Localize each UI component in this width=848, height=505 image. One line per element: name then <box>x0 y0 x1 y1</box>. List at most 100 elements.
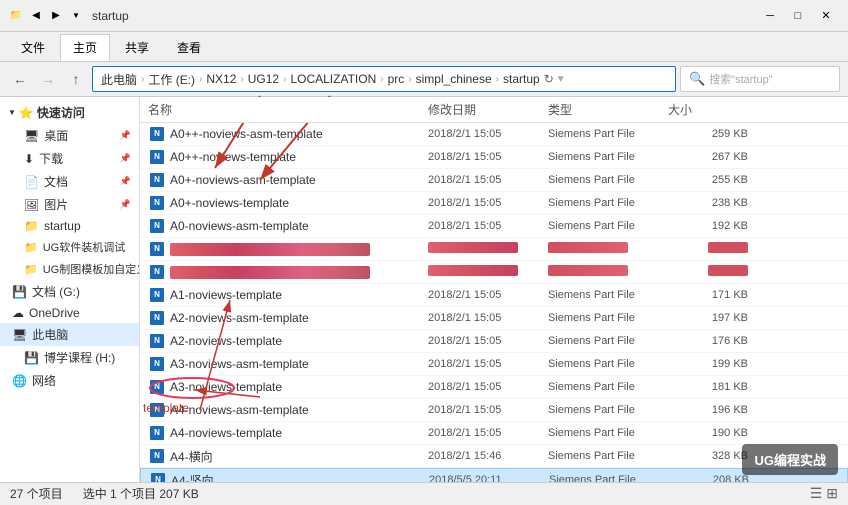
sidebar-item-onedrive[interactable]: ☁ OneDrive <box>0 303 139 323</box>
file-date: 2018/2/1 15:05 <box>428 289 548 301</box>
file-icon: N <box>148 378 166 396</box>
breadcrumb-nx12[interactable]: NX12 <box>206 72 236 86</box>
breadcrumb-thispc[interactable]: 此电脑 <box>101 71 137 88</box>
file-icon: N <box>148 332 166 350</box>
table-row[interactable]: N A0++-noviews-asm-template 2018/2/1 15:… <box>140 123 848 146</box>
table-row[interactable]: N A0++-noviews-template 2018/2/1 15:05 S… <box>140 146 848 169</box>
search-box[interactable]: 🔍 搜索"startup" <box>680 66 840 92</box>
address-bar[interactable]: 此电脑 › 工作 (E:) › NX12 › UG12 › LOCALIZATI… <box>92 66 676 92</box>
file-type: Siemens Part File <box>548 335 668 347</box>
folder-ug-icon: 📁 <box>24 241 38 254</box>
file-icon: N <box>148 401 166 419</box>
title-bar-icons: 📁 ◀ ▶ ▼ <box>8 8 84 24</box>
forward-icon: ▶ <box>48 8 64 24</box>
file-type: Siemens Part File <box>548 197 668 209</box>
network-icon: 🌐 <box>12 374 27 388</box>
close-button[interactable]: ✕ <box>812 2 840 30</box>
sidebar-item-pictures[interactable]: 🖼 图片 📌 <box>0 193 139 216</box>
dropdown-address-icon[interactable]: ▼ <box>556 74 566 85</box>
table-row[interactable]: N A1-noviews-template 2018/2/1 15:05 Sie… <box>140 284 848 307</box>
breadcrumb-drive[interactable]: 工作 (E:) <box>148 71 195 88</box>
file-list-area: 名称 修改日期 类型 大小 N A0++-noviews-asm-templat… <box>140 97 848 482</box>
sidebar-item-downloads[interactable]: ⬇ 下载 📌 <box>0 147 139 170</box>
view-details-icon[interactable]: ☰ <box>810 485 823 502</box>
file-size: 267 KB <box>668 151 748 163</box>
sidebar-item-ug-debug[interactable]: 📁 UG软件装机调试 <box>0 236 139 258</box>
file-date: 2018/2/1 15:05 <box>428 151 548 163</box>
refresh-button[interactable]: ↻ <box>544 72 554 86</box>
table-row[interactable]: N A4-noviews-asm-template 2018/2/1 15:05… <box>140 399 848 422</box>
file-size: 176 KB <box>668 335 748 347</box>
sidebar-label-documents: 文档 <box>44 173 68 190</box>
forward-button[interactable]: → <box>36 67 60 91</box>
table-row[interactable]: N A0-noviews-asm-template 2018/2/1 15:05… <box>140 215 848 238</box>
file-date: 2018/2/1 15:05 <box>428 335 548 347</box>
sidebar-item-startup[interactable]: 📁 startup <box>0 216 139 236</box>
tab-file[interactable]: 文件 <box>8 34 58 61</box>
file-type: Siemens Part File <box>548 174 668 186</box>
breadcrumb-loc[interactable]: LOCALIZATION <box>290 72 376 86</box>
breadcrumb-startup[interactable]: startup <box>503 72 540 86</box>
search-icon: 🔍 <box>689 71 705 87</box>
breadcrumb-prc[interactable]: prc <box>388 72 405 86</box>
table-row[interactable]: N A3-noviews-asm-template 2018/2/1 15:05… <box>140 353 848 376</box>
file-name: A3-noviews-asm-template <box>170 357 410 371</box>
file-size: 259 KB <box>668 128 748 140</box>
table-row[interactable]: N A0+-noviews-asm-template 2018/2/1 15:0… <box>140 169 848 192</box>
tab-view[interactable]: 查看 <box>164 34 214 61</box>
title-bar-title: startup <box>92 9 129 23</box>
table-row[interactable]: N A0+-noviews-template 2018/2/1 15:05 Si… <box>140 192 848 215</box>
file-date: 2018/2/1 15:05 <box>428 381 548 393</box>
sidebar-item-documents[interactable]: 📄 文档 📌 <box>0 170 139 193</box>
sidebar-item-desktop[interactable]: 🖥 桌面 📌 <box>0 124 139 147</box>
file-icon: N <box>148 148 166 166</box>
table-row[interactable]: N A4-noviews-template 2018/2/1 15:05 Sie… <box>140 422 848 445</box>
file-type: Siemens Part File <box>548 220 668 232</box>
file-type: Siemens Part File <box>548 151 668 163</box>
breadcrumb-simpl[interactable]: simpl_chinese <box>416 72 492 86</box>
file-name: A4-noviews-asm-template <box>170 403 410 417</box>
maximize-button[interactable]: □ <box>784 2 812 30</box>
sidebar-item-ug-custom[interactable]: 📁 UG制图模板加自定义! <box>0 258 139 280</box>
file-icon: N <box>148 263 166 281</box>
file-size: 181 KB <box>668 381 748 393</box>
minimize-button[interactable]: ─ <box>756 2 784 30</box>
tab-home[interactable]: 主页 <box>60 34 110 61</box>
ribbon: 文件 主页 共享 查看 <box>0 32 848 62</box>
table-row[interactable]: N A2-noviews-template 2018/2/1 15:05 Sie… <box>140 330 848 353</box>
sidebar-label-drive-h: 博学课程 (H:) <box>44 349 115 366</box>
tab-share[interactable]: 共享 <box>112 34 162 61</box>
up-button[interactable]: ↑ <box>64 67 88 91</box>
chevron-icon: ▼ <box>8 108 16 117</box>
table-row[interactable]: N A3-noviews-template 2018/2/1 15:05 Sie… <box>140 376 848 399</box>
breadcrumb-ug12[interactable]: UG12 <box>248 72 279 86</box>
view-tiles-icon[interactable]: ⊞ <box>826 485 838 502</box>
watermark: UG编程实战 <box>742 444 838 475</box>
sidebar-item-network[interactable]: 🌐 网络 <box>0 369 139 392</box>
col-header-type[interactable]: 类型 <box>548 101 668 118</box>
table-row[interactable]: N <box>140 238 848 261</box>
file-size: 328 KB <box>668 450 748 462</box>
sidebar-item-drive-h[interactable]: 💾 博学课程 (H:) <box>0 346 139 369</box>
file-size: 208 KB <box>669 474 749 482</box>
col-header-size[interactable]: 大小 <box>668 101 748 118</box>
back-button[interactable]: ← <box>8 67 32 91</box>
dropdown-icon: ▼ <box>68 8 84 24</box>
sidebar-item-quick-access[interactable]: ▼ ⭐ 快速访问 <box>0 101 139 124</box>
file-size: 171 KB <box>668 289 748 301</box>
sidebar-item-drive-g[interactable]: 💾 文档 (G:) <box>0 280 139 303</box>
sidebar-item-thispc[interactable]: 🖥 此电脑 <box>0 323 139 346</box>
col-header-name[interactable]: 名称 <box>148 101 428 118</box>
thispc-icon: 🖥 <box>12 328 27 342</box>
file-date: 2018/2/1 15:46 <box>428 450 548 462</box>
sidebar-label-network: 网络 <box>32 372 56 389</box>
table-row[interactable]: N A2-noviews-asm-template 2018/2/1 15:05… <box>140 307 848 330</box>
file-size: 197 KB <box>668 312 748 324</box>
col-header-date[interactable]: 修改日期 <box>428 101 548 118</box>
file-date: 2018/2/1 15:05 <box>428 128 548 140</box>
window-controls: ─ □ ✕ <box>756 2 840 30</box>
file-type: Siemens Part File <box>548 404 668 416</box>
onedrive-icon: ☁ <box>12 306 24 320</box>
table-row[interactable]: N <box>140 261 848 284</box>
file-size: 199 KB <box>668 358 748 370</box>
